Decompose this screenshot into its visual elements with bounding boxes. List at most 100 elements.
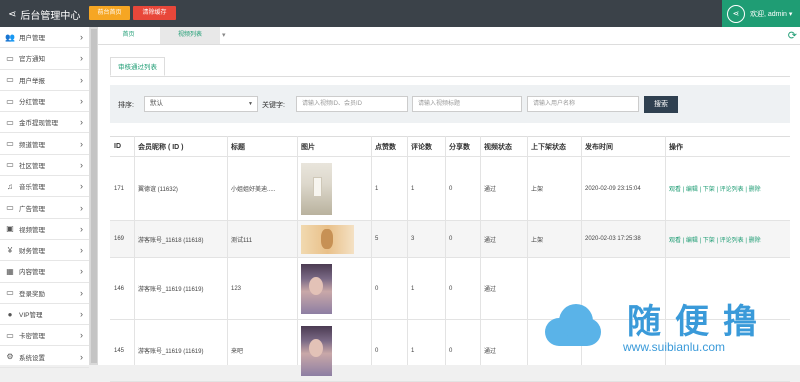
sidebar-scrollbar[interactable]	[90, 27, 98, 365]
cell-id: 146	[114, 285, 125, 292]
divider	[110, 76, 790, 77]
chevron-right-icon: ›	[80, 74, 83, 85]
col-title: 标题	[231, 143, 245, 151]
monitor-icon: ▭	[6, 75, 14, 85]
cell-comments: 1	[411, 185, 415, 192]
divider	[407, 136, 408, 365]
watermark-url: www.suibianlu.com	[623, 340, 726, 354]
chevron-right-icon: ›	[80, 245, 83, 256]
col-video-status: 视频状态	[484, 143, 512, 151]
clear-cache-button[interactable]: 清除缓存	[133, 6, 176, 20]
sidebar-item-label: 广告管理	[19, 205, 45, 213]
sidebar-item-music[interactable]: ♫ 音乐管理 ›	[0, 176, 89, 198]
users-icon: 👥	[5, 32, 15, 42]
cloud-logo-icon	[545, 302, 605, 347]
cell-image	[301, 221, 354, 257]
sidebar-item-vip[interactable]: ● VIP管理 ›	[0, 304, 89, 326]
sidebar-item-label: 卡密管理	[19, 333, 45, 341]
sidebar-item-withdrawals[interactable]: ▭ 金币提现管理 ›	[0, 112, 89, 134]
sidebar-item-channels[interactable]: ▭ 频道管理 ›	[0, 133, 89, 155]
cell-nickname: 翼德谊 (11632)	[138, 187, 178, 193]
user-welcome: 欢迎, admin ▾	[750, 10, 793, 18]
divider	[227, 136, 228, 365]
caret-down-icon: ▼	[248, 101, 253, 107]
video-thumbnail[interactable]	[301, 325, 332, 376]
table-header: ID 会员昵称 ( ID ) 标题 图片 点赞数 评论数 分享数 视频状态 上下…	[110, 137, 790, 157]
cell-nickname: 游客账号_11619 (11619)	[138, 349, 204, 355]
cell-title: 来吧	[231, 349, 244, 355]
sidebar-item-label: VIP管理	[19, 312, 43, 319]
video-title-input[interactable]: 请输入视频标题	[412, 96, 522, 112]
tab-dropdown-icon[interactable]: ▾	[222, 27, 226, 44]
scrollbar-thumb[interactable]	[91, 29, 97, 363]
tab-home[interactable]: 首页	[100, 27, 157, 44]
refresh-icon[interactable]: ⟳	[788, 29, 797, 42]
video-thumbnail[interactable]	[301, 162, 332, 215]
sidebar-item-ads[interactable]: ▭ 广告管理 ›	[0, 197, 89, 219]
filter-bar: 排序: 默认 ▼ 关键字: 请输入视频ID、会员ID 请输入视频标题 请输入用户…	[110, 85, 790, 123]
cell-title: 小姐姐好美迪.....	[231, 187, 276, 193]
watermark: 随便撸 www.suibianlu.com	[545, 290, 795, 360]
frontend-home-button[interactable]: 前台首页	[89, 6, 130, 20]
sort-select[interactable]: 默认 ▼	[144, 96, 258, 112]
sidebar-item-label: 频道管理	[19, 141, 45, 149]
tab-approved-list[interactable]: 审核通过列表	[110, 57, 165, 76]
sidebar-item-community[interactable]: ▭ 社区管理 ›	[0, 155, 89, 177]
divider	[527, 136, 528, 365]
cell-id: 169	[114, 236, 125, 242]
sidebar-item-dividends[interactable]: ▭ 分红管理 ›	[0, 91, 89, 113]
chevron-right-icon: ›	[80, 117, 83, 128]
sidebar-item-label: 用户举报	[19, 77, 45, 85]
chevron-right-icon: ›	[80, 202, 83, 213]
chevron-right-icon: ›	[80, 330, 83, 341]
cell-comments: 1	[411, 347, 415, 354]
video-thumbnail[interactable]	[301, 224, 354, 254]
row-actions[interactable]: 观看 | 编辑 | 下架 | 评论列表 | 删除	[669, 157, 761, 220]
table-row: 169 游客账号_11618 (11618) 测试111 5 3 0 通过 上架…	[110, 221, 790, 258]
sidebar-item-content[interactable]: ▦ 内容管理 ›	[0, 261, 89, 283]
col-nickname: 会员昵称 ( ID )	[138, 143, 184, 151]
sidebar-item-videos[interactable]: ▣ 视频管理 ›	[0, 219, 89, 240]
username-input[interactable]: 请输入用户名称	[527, 96, 639, 112]
tab-video-list[interactable]: 视频列表	[160, 27, 220, 44]
user-avatar-icon: ⋖	[727, 4, 745, 23]
cell-video-status: 通过	[484, 287, 497, 293]
gears-icon: ⚙	[6, 352, 14, 362]
monitor-icon: ▭	[6, 117, 14, 127]
divider	[480, 136, 481, 365]
divider	[134, 136, 135, 365]
yen-icon: ¥	[7, 245, 13, 255]
monitor-icon: ▭	[6, 203, 14, 213]
cell-likes: 5	[375, 236, 379, 242]
sidebar-item-notices[interactable]: ▭ 官方通知 ›	[0, 48, 89, 70]
col-shares: 分享数	[449, 143, 470, 151]
cell-shares: 0	[449, 285, 453, 292]
sidebar-item-finance[interactable]: ¥ 财务管理 ›	[0, 240, 89, 262]
sidebar-item-label: 登录奖励	[19, 290, 45, 298]
divider	[371, 136, 372, 365]
cell-video-status: 通过	[484, 187, 497, 193]
sidebar-item-cards[interactable]: ▭ 卡密管理 ›	[0, 325, 89, 347]
user-menu[interactable]: ⋖ 欢迎, admin ▾	[722, 0, 800, 27]
search-button[interactable]: 搜索	[644, 96, 678, 113]
monitor-icon: ▭	[6, 139, 14, 149]
cell-publish-time: 2020-02-09 23:15:04	[585, 185, 641, 192]
sort-label: 排序:	[118, 102, 134, 109]
watermark-text: 随便撸	[627, 302, 771, 342]
col-comments: 评论数	[411, 143, 432, 151]
sidebar-item-label: 音乐管理	[19, 184, 45, 192]
cell-publish-time: 2020-02-03 17:25:38	[585, 236, 641, 242]
music-icon: ♫	[7, 181, 13, 191]
sidebar-item-users[interactable]: 👥 用户管理 ›	[0, 27, 89, 49]
chevron-right-icon: ›	[80, 138, 83, 149]
sidebar-item-login-rewards[interactable]: ▭ 登录奖励 ›	[0, 283, 89, 304]
col-actions: 操作	[669, 143, 683, 151]
row-actions[interactable]: 观看 | 编辑 | 下架 | 评论列表 | 删除	[669, 221, 761, 257]
video-id-input[interactable]: 请输入视频ID、会员ID	[296, 96, 408, 112]
cell-image	[301, 320, 332, 381]
sidebar-item-reports[interactable]: ▭ 用户举报 ›	[0, 70, 89, 91]
cell-comments: 3	[411, 236, 415, 242]
sidebar-item-label: 系统设置	[19, 354, 45, 362]
tab-label: 视频列表	[177, 32, 202, 38]
video-thumbnail[interactable]	[301, 263, 332, 314]
